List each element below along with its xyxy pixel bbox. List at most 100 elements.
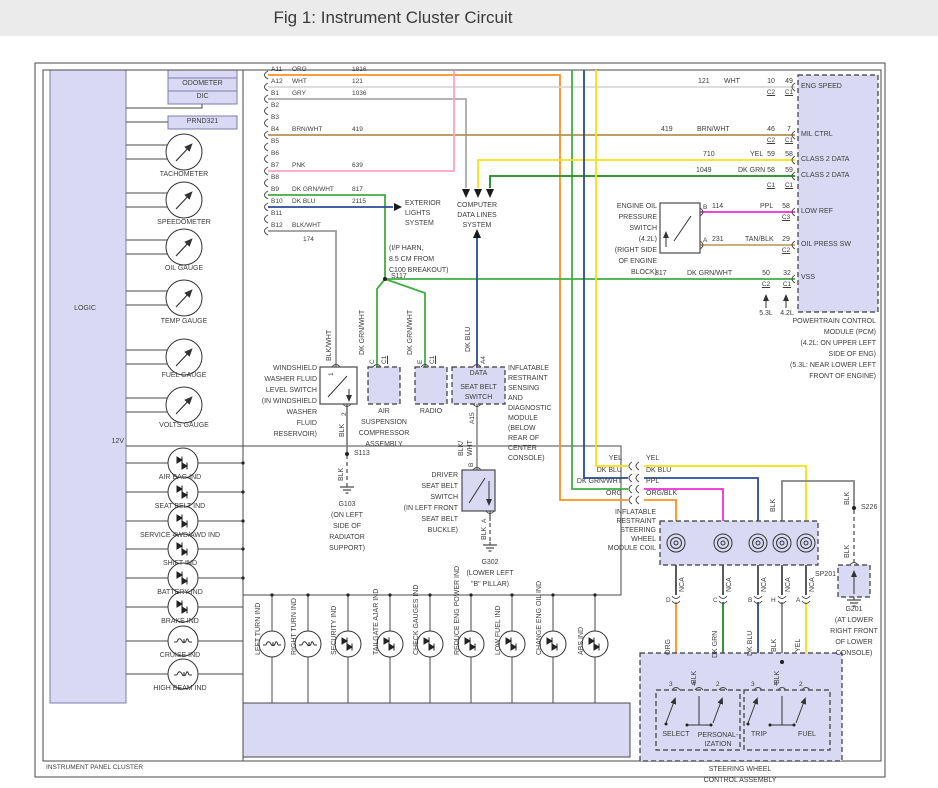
indicator-label: AIR BAG IND	[158, 474, 202, 481]
nca-label: NCA	[785, 577, 792, 592]
pcm-pin: 49	[785, 78, 793, 85]
indicator-label: SEAT BELT IND	[154, 503, 206, 510]
pin-id: A12	[271, 78, 283, 85]
pcm-wire-circuit: 114	[712, 203, 724, 210]
wire-label-blk: BLK	[481, 526, 488, 540]
indicator-label: BRAKE IND	[161, 618, 199, 625]
wire-label-yel: YEL	[646, 455, 660, 462]
nca-label: NCA	[726, 577, 733, 592]
pin-color: DK GRN/WHT	[292, 186, 334, 193]
pin-color: WHT	[292, 78, 307, 85]
pcm-pin: 29	[782, 236, 790, 243]
wire-gry	[268, 98, 467, 188]
pin-circuit: 1036	[352, 90, 367, 97]
s113-label: S113	[354, 450, 370, 457]
pcm-signal-label: VSS	[801, 274, 816, 281]
sdm-label: INFLATABLE RESTRAINT SENSING AND DIAGNOS…	[508, 365, 552, 462]
dic-label: DIC	[196, 93, 209, 100]
gauge-label: VOLTS GAUGE	[159, 422, 209, 429]
pcm-wire-color: DK GRN	[738, 167, 766, 174]
connector-label-c1: C1	[429, 355, 436, 364]
pcm-wire-color: DK GRN/WHT	[687, 270, 733, 277]
pcm-pin: 46	[767, 126, 775, 133]
driver-seat-belt-box	[461, 469, 496, 512]
gauge-label: OIL GAUGE	[164, 265, 204, 272]
pcm-conn: C3	[781, 214, 791, 221]
wire-label-orgblk: ORG/BLK	[646, 490, 678, 497]
gauge-label: FUEL GAUGE	[161, 372, 207, 379]
indicator-label: SHIFT IND	[162, 560, 198, 567]
wire-label-dkgrn: DK GRN	[712, 630, 719, 658]
pin-label-2: 2	[716, 681, 720, 688]
pcm-signal-label: LOW REF	[801, 208, 833, 215]
steering-wheel-assembly-label: STEERING WHEEL CONTROL ASSEMBLY	[703, 766, 777, 784]
wire-pnk	[268, 71, 455, 172]
pin-id: B2	[271, 102, 279, 109]
pcm-conn: C1	[766, 182, 776, 189]
trip-button-label: TRIP	[751, 731, 767, 738]
pin-label-d: D	[666, 597, 671, 604]
indicator-label: HIGH BEAM IND	[153, 685, 207, 692]
pin-id: A11	[271, 66, 283, 73]
cluster-boxes	[49, 69, 238, 704]
personalization-button-label: PERSONAL- IZATION	[697, 732, 739, 748]
pcm-conn: C1	[784, 182, 794, 189]
pcm-conn: C2	[766, 89, 776, 96]
indicator-label: SERVICE 4WD/AWD IND	[139, 532, 221, 539]
pcm-wire-circuit: 419	[661, 126, 673, 133]
pin-circuit: 121	[352, 78, 363, 85]
pin-label-4: 4	[692, 681, 696, 688]
wire-label-ppl: PPL	[646, 478, 660, 485]
indicator-label: TAILGATE AJAR IND	[373, 588, 380, 655]
oil-switch-label: ENGINE OIL PRESSURE SWITCH (4.2L) (RIGHT…	[614, 203, 657, 276]
pin-id: B3	[271, 114, 279, 121]
prnd-label: PRND321	[186, 118, 219, 125]
wire-label-dkblu: DK BLU	[596, 467, 622, 474]
cluster-name-label: INSTRUMENT PANEL CLUSTER	[46, 764, 144, 771]
pcm-conn: C1	[784, 137, 794, 144]
circuit-174-label: 174	[303, 236, 314, 243]
pcm-signal-label: ENG SPEED	[801, 83, 842, 90]
pin-circuit: 1816	[352, 66, 367, 73]
wire-label-blkwht: BLK/ WHT	[458, 440, 474, 456]
pcm-wire-circuit: 817	[655, 270, 667, 277]
pcm-wire-color: WHT	[724, 78, 740, 85]
wire-label-dkgrnwht: DK GRN/WHT	[576, 478, 622, 485]
connector-label-c1: C1	[381, 355, 388, 364]
wire-label-org: ORG	[606, 490, 622, 497]
s226-label: S226	[861, 504, 878, 511]
wire-label-blk: BLK	[771, 638, 778, 652]
pcm-pin: 59	[767, 151, 775, 158]
pcm-pin: 58	[782, 203, 790, 210]
g201-label: G201 (AT LOWER RIGHT FRONT OF LOWER CONS…	[830, 606, 878, 657]
pcm-pin: 50	[762, 270, 770, 277]
s117-label: S117	[391, 273, 407, 280]
pcm-signal-label: MIL CTRL	[801, 131, 833, 138]
wire-label-blk: BLK	[844, 491, 851, 505]
fuel-button-label: FUEL	[798, 731, 816, 738]
wire-label-dkblu: DK BLU	[465, 326, 472, 352]
wire-label-org: ORG	[665, 639, 672, 655]
pin-id: B8	[271, 174, 279, 181]
wire-label-blk: BLK	[770, 498, 777, 512]
pin-label-c: C	[369, 359, 376, 364]
pcm-pin: 58	[785, 151, 793, 158]
gauge-label: TACHOMETER	[159, 171, 209, 178]
data-label: DATA	[469, 370, 488, 377]
pin-id: B11	[271, 210, 283, 217]
pcm-wire-color: TAN/BLK	[745, 236, 774, 243]
pcm-conn: C2	[781, 247, 791, 254]
pin-label-2: 2	[799, 681, 803, 688]
pin-circuit: 639	[352, 162, 363, 169]
pin-color: GRY	[292, 90, 306, 97]
wire-label-blk: BLK	[844, 544, 851, 558]
nca-label: NCA	[809, 577, 816, 592]
indicator-label: CRUISE IND	[159, 652, 201, 659]
air-suspension-box	[367, 366, 401, 405]
pin-label-a: A	[481, 518, 488, 523]
wire-label-blkwht: BLK/WHT	[326, 329, 333, 361]
radio-box	[414, 366, 448, 405]
wire-label-dkblu: DK BLU	[646, 467, 672, 474]
indicator-label: RIGHT TURN IND	[291, 598, 298, 655]
pin-color: DK BLU	[292, 198, 316, 205]
